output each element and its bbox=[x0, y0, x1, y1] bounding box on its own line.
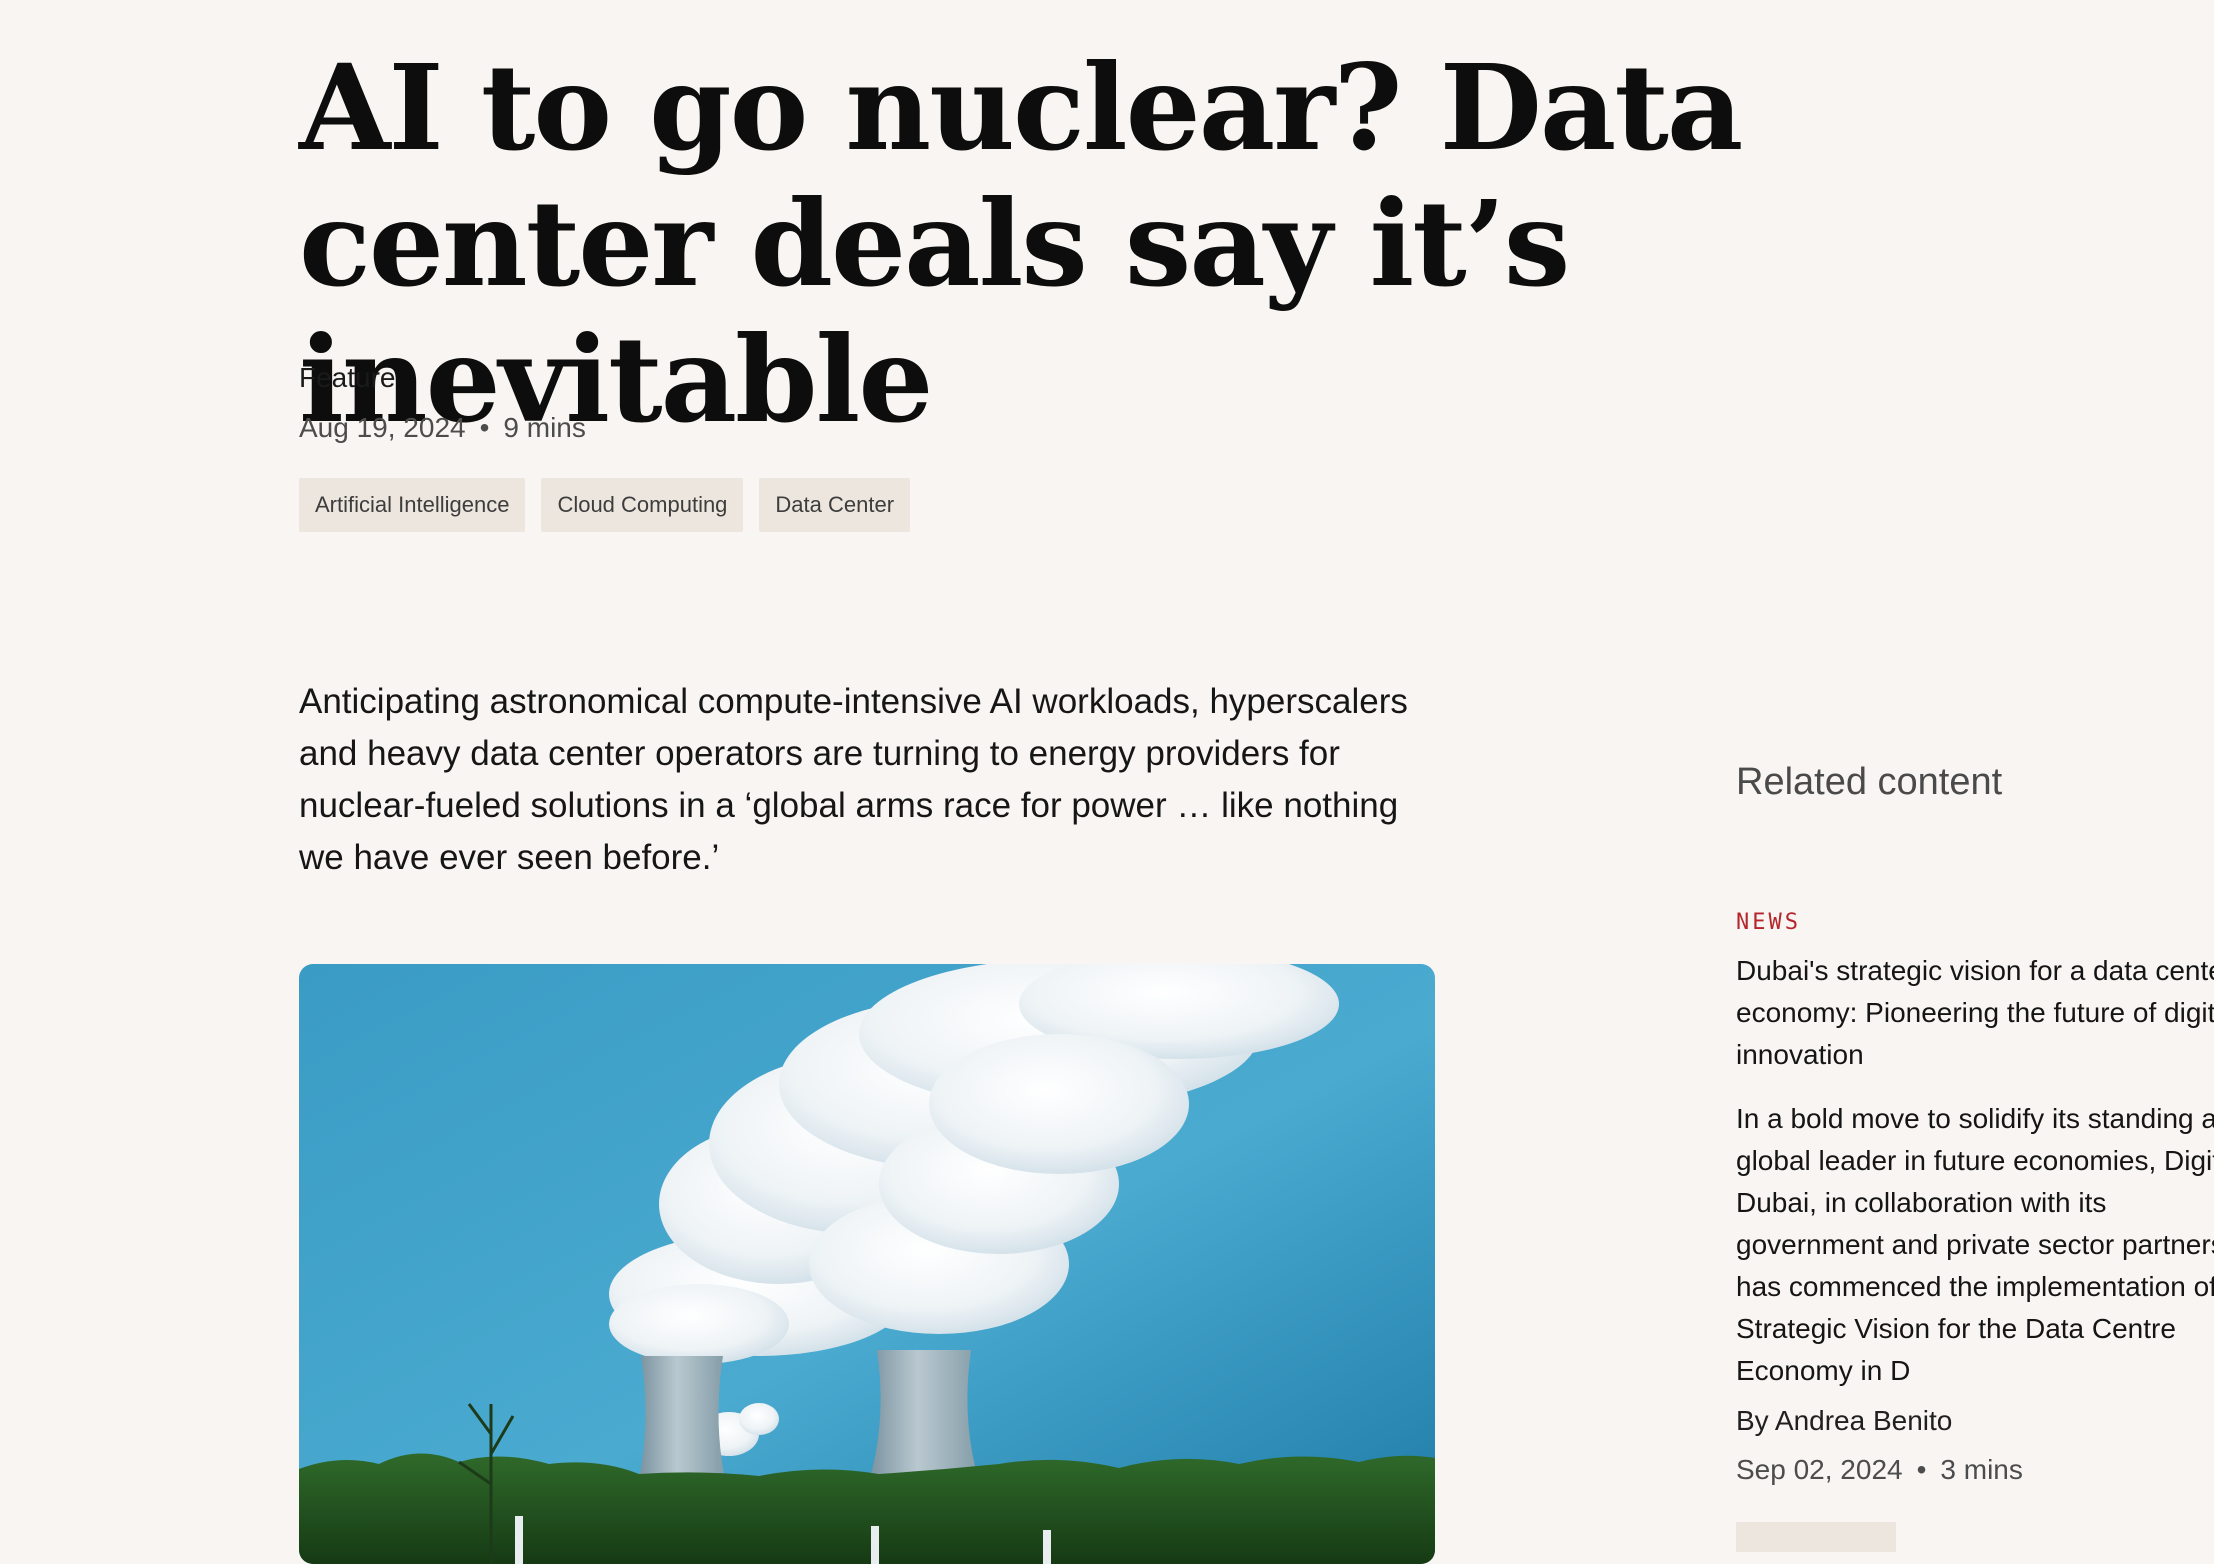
article-headline: AI to go nuclear? Data center deals say … bbox=[299, 38, 1743, 449]
related-card-tag-partial bbox=[1736, 1522, 1896, 1552]
related-card-category: NEWS bbox=[1736, 910, 1801, 935]
article-date: Aug 19, 2024 bbox=[299, 412, 466, 443]
related-card-summary: In a bold move to solidify its standing … bbox=[1736, 1103, 2214, 1386]
related-card[interactable]: NEWS Dubai's strategic vision for a data… bbox=[1736, 908, 2214, 1490]
hero-illustration bbox=[299, 964, 1435, 1564]
related-content-heading: Related content bbox=[1736, 761, 2003, 803]
meta-separator: • bbox=[479, 412, 490, 443]
related-card-read-time: 3 mins bbox=[1940, 1454, 2023, 1485]
article-tags: Artificial Intelligence Cloud Computing … bbox=[299, 478, 911, 532]
tag-data-center[interactable]: Data Center bbox=[759, 478, 911, 532]
related-card-meta: Sep 02, 2024 • 3 mins bbox=[1736, 1450, 2214, 1490]
article-dek: Anticipating astronomical compute-intens… bbox=[299, 682, 1408, 877]
article-read-time: 9 mins bbox=[503, 412, 586, 443]
related-card-date: Sep 02, 2024 bbox=[1736, 1454, 1903, 1485]
tag-artificial-intelligence[interactable]: Artificial Intelligence bbox=[299, 478, 526, 532]
article-meta: Aug 19, 2024 • 9 mins bbox=[299, 408, 586, 448]
tag-cloud-computing[interactable]: Cloud Computing bbox=[541, 478, 744, 532]
related-card-author: By Andrea Benito bbox=[1736, 1405, 1953, 1436]
article-type[interactable]: Feature bbox=[299, 358, 396, 398]
related-card-title[interactable]: Dubai's strategic vision for a data cent… bbox=[1736, 950, 2214, 1076]
related-card-separator: • bbox=[1916, 1454, 1927, 1485]
hero-image bbox=[299, 964, 1435, 1564]
